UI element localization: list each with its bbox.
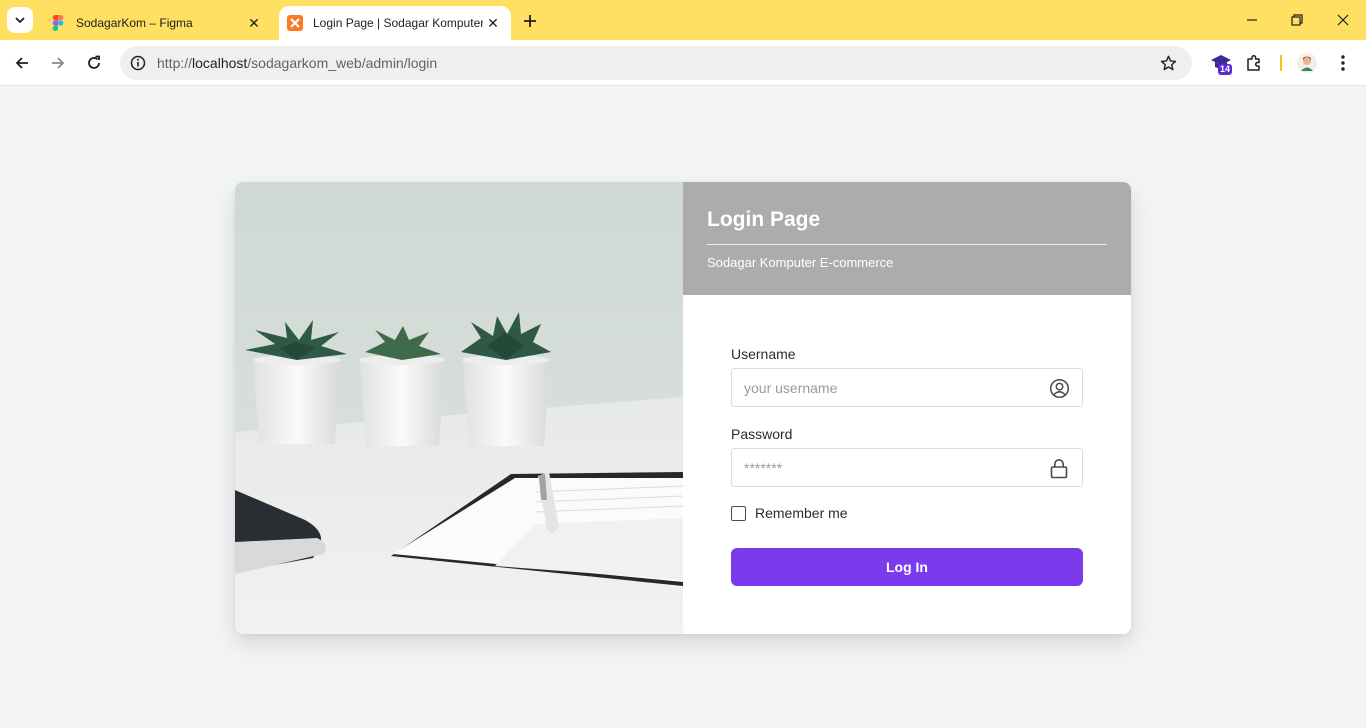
new-tab-button[interactable] [518,9,542,33]
url-scheme: http:// [157,55,193,71]
extension-button[interactable]: 14 [1208,50,1234,76]
tab-search-button[interactable] [7,7,33,33]
site-info-icon[interactable] [128,53,148,73]
remember-me[interactable]: Remember me [731,505,848,521]
password-input[interactable] [732,449,1032,486]
restore-button[interactable] [1283,8,1311,32]
minimize-icon [1247,19,1257,21]
login-form: Username Password Remember me Log In [683,295,1131,634]
forward-button[interactable] [44,49,72,77]
login-button[interactable]: Log In [731,548,1083,586]
remember-checkbox[interactable] [731,505,746,521]
chevron-down-icon [15,17,25,24]
figma-icon [50,15,66,31]
hero-photo [235,182,683,634]
url-text: http://localhost/sodagarkom_web/admin/lo… [157,55,437,71]
address-bar[interactable]: http://localhost/sodagarkom_web/admin/lo… [120,46,1192,80]
close-icon [1337,14,1349,26]
minimize-button[interactable] [1238,8,1266,32]
login-card: Login Page Sodagar Komputer E-commerce U… [235,182,1131,634]
header-divider [707,244,1107,245]
tab-figma[interactable]: SodagarKom – Figma ✕ [40,6,272,40]
page-title: Login Page [707,208,821,231]
user-circle-icon [1048,377,1070,399]
username-field[interactable] [731,368,1083,407]
plus-icon [524,15,536,27]
tab-strip: SodagarKom – Figma ✕ Login Page | Sodaga… [0,0,1366,40]
page-subtitle: Sodagar Komputer E-commerce [707,255,894,270]
reload-icon [88,55,100,69]
extension-badge: 14 [1218,64,1233,75]
desk-plants-illustration [235,182,683,634]
arrow-left-icon [15,57,28,69]
password-field[interactable] [731,448,1083,487]
url-host: localhost [192,55,248,71]
password-label: Password [731,426,793,442]
back-button[interactable] [8,49,36,77]
close-tab-icon[interactable]: ✕ [244,13,264,33]
browser-toolbar: http://localhost/sodagarkom_web/admin/lo… [0,40,1366,86]
bookmark-star-icon[interactable] [1158,53,1178,73]
reload-button[interactable] [80,49,108,77]
lock-icon [1048,457,1070,479]
toolbar-divider [1280,55,1282,71]
profile-avatar[interactable] [1294,50,1320,76]
kebab-menu-icon [1341,55,1345,71]
avatar-icon [1297,53,1317,73]
extensions-menu-button[interactable] [1241,50,1267,76]
close-tab-icon[interactable]: ✕ [483,13,503,33]
tab-title: Login Page | Sodagar Komputer [313,16,483,30]
restore-icon [1291,14,1303,26]
arrow-right-icon [52,57,65,69]
tab-login-page[interactable]: Login Page | Sodagar Komputer ✕ [279,6,511,40]
remember-label: Remember me [755,505,848,521]
browser-menu-button[interactable] [1330,50,1356,76]
username-label: Username [731,346,796,362]
puzzle-icon [1247,54,1260,71]
login-header: Login Page Sodagar Komputer E-commerce [683,182,1131,295]
xampp-icon [287,15,303,31]
url-path: /sodagarkom_web/admin/login [247,55,438,71]
tab-title: SodagarKom – Figma [76,16,193,30]
close-window-button[interactable] [1329,8,1357,32]
username-input[interactable] [732,369,1032,406]
